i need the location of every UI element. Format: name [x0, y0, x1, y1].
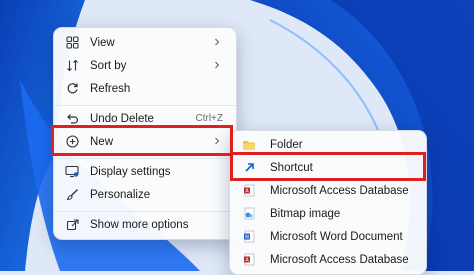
menu-item-label: Microsoft Access Database [270, 184, 409, 197]
menu-item-view[interactable]: View [59, 31, 231, 54]
grid-icon [65, 36, 79, 50]
plus-circle-icon [65, 135, 79, 149]
menu-item-display-settings[interactable]: Display settings [59, 160, 231, 183]
menu-item-label: Display settings [90, 165, 171, 178]
menu-item-refresh[interactable]: Refresh [59, 77, 231, 100]
menu-item-show-more-options[interactable]: Show more options [59, 213, 231, 236]
menu-item-label: Undo Delete [90, 112, 154, 125]
menu-item-label: Bitmap image [270, 207, 341, 220]
menu-separator [54, 211, 236, 212]
shortcut-hint: Ctrl+Z [195, 113, 224, 124]
sort-icon [65, 59, 79, 73]
menu-separator [54, 158, 236, 159]
submenu-item-folder[interactable]: Folder [234, 133, 422, 156]
new-submenu: Folder Shortcut A Microsoft Access Datab… [229, 130, 427, 275]
submenu-item-access-database[interactable]: A Microsoft Access Database [234, 179, 422, 202]
menu-item-undo-delete[interactable]: Undo Delete Ctrl+Z [59, 107, 231, 130]
menu-item-sort-by[interactable]: Sort by [59, 54, 231, 77]
chevron-right-icon [215, 137, 220, 145]
desktop-context-menu: View Sort by Refresh Undo Delete Ctrl+Z … [53, 27, 237, 240]
shortcut-icon [242, 161, 256, 175]
menu-item-label: New [90, 135, 114, 148]
submenu-item-access-database[interactable]: A Microsoft Access Database [234, 248, 422, 271]
menu-separator [54, 105, 236, 106]
menu-item-label: Refresh [90, 82, 131, 95]
submenu-item-word-document[interactable]: W Microsoft Word Document [234, 225, 422, 248]
folder-icon [242, 138, 256, 152]
svg-text:W: W [244, 235, 249, 241]
access-icon: A [242, 253, 256, 267]
menu-item-personalize[interactable]: Personalize [59, 183, 231, 206]
submenu-item-bitmap-image[interactable]: Bitmap image [234, 202, 422, 225]
undo-icon [65, 112, 79, 126]
menu-item-new[interactable]: New [59, 130, 231, 153]
menu-item-label: Microsoft Access Database [270, 253, 409, 266]
menu-item-label: Personalize [90, 188, 151, 201]
submenu-item-shortcut[interactable]: Shortcut [234, 156, 422, 179]
word-icon: W [242, 230, 256, 244]
refresh-icon [65, 82, 79, 96]
share-icon [65, 218, 79, 232]
bitmap-icon [242, 207, 256, 221]
brush-icon [65, 188, 79, 202]
menu-item-label: Shortcut [270, 161, 313, 174]
chevron-right-icon [215, 38, 220, 46]
access-icon: A [242, 184, 256, 198]
menu-item-label: Microsoft Word Document [270, 230, 403, 243]
menu-item-label: Folder [270, 138, 303, 151]
menu-item-label: View [90, 36, 115, 49]
menu-item-label: Show more options [90, 218, 189, 231]
display-icon [65, 165, 79, 179]
chevron-right-icon [215, 61, 220, 69]
menu-item-label: Sort by [90, 59, 127, 72]
